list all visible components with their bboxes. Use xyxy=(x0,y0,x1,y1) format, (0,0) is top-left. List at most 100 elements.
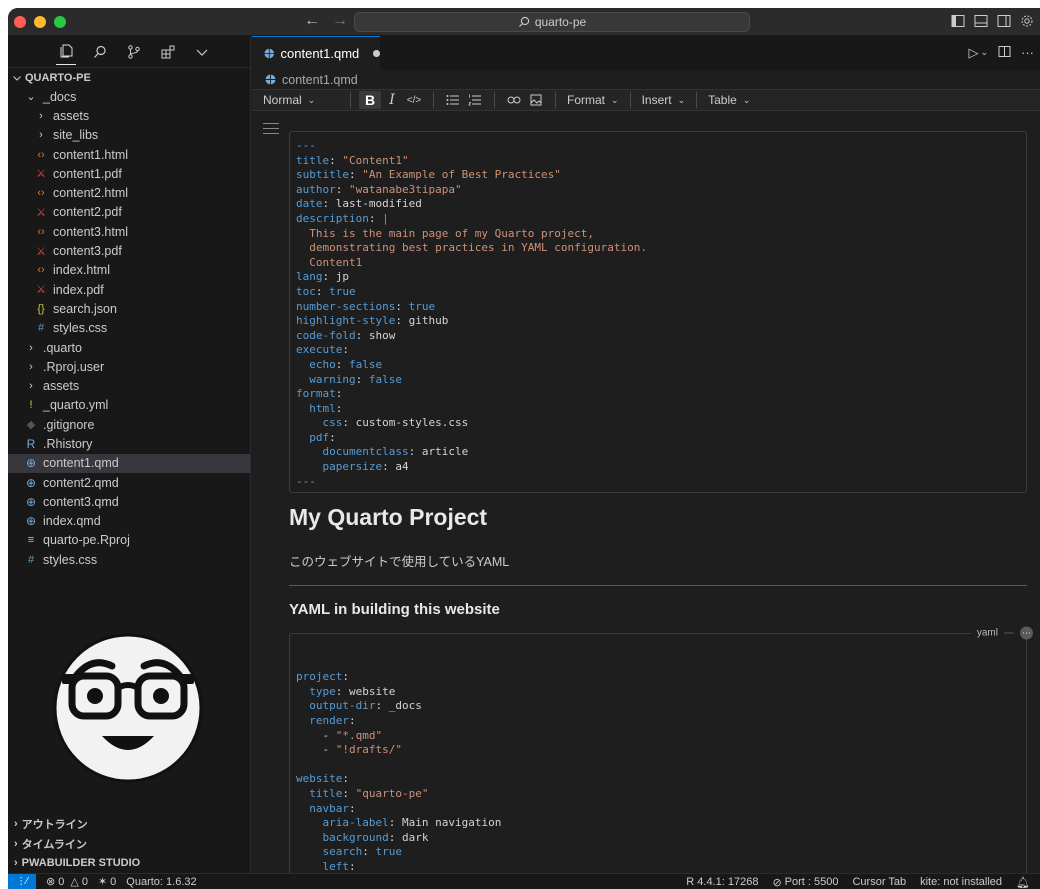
tab-content1-qmd[interactable]: content1.qmd xyxy=(252,36,380,70)
chevron-right-icon: › xyxy=(14,857,18,870)
cursor-tab-indicator[interactable]: Cursor Tab xyxy=(852,876,906,888)
tree-item-label: styles.css xyxy=(43,552,98,567)
command-center-search[interactable]: quarto-pe xyxy=(354,12,750,32)
gear-icon[interactable] xyxy=(1020,14,1034,28)
forward-arrow-icon[interactable]: → xyxy=(332,12,348,30)
explorer-root-folder[interactable]: QUARTO-PE xyxy=(8,68,250,87)
back-arrow-icon[interactable]: ← xyxy=(304,12,320,30)
yaml-code-block[interactable]: project: type: website output-dir: _docs… xyxy=(289,633,1027,873)
chevron-down-icon: ⌄ xyxy=(742,94,751,105)
quarto-version[interactable]: Quarto: 1.6.32 xyxy=(126,876,196,888)
code-button[interactable]: </> xyxy=(403,91,425,109)
format-menu[interactable]: Format ⌄ xyxy=(564,91,622,109)
close-window-button[interactable] xyxy=(14,16,26,28)
image-button[interactable] xyxy=(525,91,547,109)
tree-file[interactable]: ⚔ content1.pdf xyxy=(8,164,250,183)
more-actions-icon[interactable]: ··· xyxy=(1021,45,1034,61)
tree-file[interactable]: ≡ quarto-pe.Rproj xyxy=(8,531,250,550)
warning-icon: △ xyxy=(70,876,79,888)
problems-indicator[interactable]: ⊗ 0 △ 0 xyxy=(46,875,88,889)
tree-file[interactable]: # styles.css xyxy=(8,319,250,338)
tree-file[interactable]: ◆ .gitignore xyxy=(8,415,250,434)
tree-file[interactable]: ⚔ index.pdf xyxy=(8,280,250,299)
code-token: code-fold xyxy=(296,328,356,342)
minimize-window-button[interactable] xyxy=(34,16,46,28)
italic-button[interactable]: I xyxy=(381,91,403,109)
tree-file[interactable]: # styles.css xyxy=(8,550,250,569)
tree-file[interactable]: ‹› content2.html xyxy=(8,183,250,202)
toolbar-separator xyxy=(350,92,351,108)
tree-file[interactable]: ⚔ content3.pdf xyxy=(8,241,250,260)
bullet-list-button[interactable] xyxy=(442,91,464,109)
tree-file[interactable]: ⊕ content3.qmd xyxy=(8,492,250,511)
code-options-icon[interactable]: ··· xyxy=(1020,626,1033,640)
outline-toggle-icon[interactable] xyxy=(263,123,279,138)
paragraph-text[interactable]: このウェブサイトで使用しているYAML xyxy=(289,551,509,570)
tree-file[interactable]: ‹› content1.html xyxy=(8,145,250,164)
unsaved-dot-icon[interactable] xyxy=(373,50,380,57)
code-line: documentclass: article xyxy=(296,445,1020,460)
pwabuilder-panel-header[interactable]: › PWABUILDER STUDIO xyxy=(8,854,251,874)
tree-file[interactable]: {} search.json xyxy=(8,299,250,318)
tree-file[interactable]: ⊕ content1.qmd xyxy=(8,453,250,473)
warning-count: 0 xyxy=(81,875,88,888)
more-views-chevron-icon[interactable] xyxy=(192,39,212,65)
tree-file[interactable]: ⚔ content2.pdf xyxy=(8,203,250,222)
code-token: output-dir xyxy=(309,699,376,713)
code-line: search: true xyxy=(296,845,1020,860)
block-style-select[interactable]: Normal ⌄ xyxy=(260,91,340,109)
code-token: navbar xyxy=(309,801,349,815)
insert-menu[interactable]: Insert ⌄ xyxy=(639,91,689,109)
source-control-icon[interactable] xyxy=(124,39,144,65)
tree-folder[interactable]: › .quarto xyxy=(8,338,250,357)
bold-button[interactable]: B xyxy=(359,91,381,109)
explorer-files-icon[interactable] xyxy=(56,39,76,65)
toggle-primary-sidebar-icon[interactable] xyxy=(951,14,965,28)
tree-file[interactable]: ‹› index.html xyxy=(8,261,250,280)
notifications-bell-icon[interactable]: 🔔︎ xyxy=(1016,876,1030,889)
code-token: "quarto-pe" xyxy=(355,786,429,800)
tree-folder[interactable]: ⌄ _docs xyxy=(8,87,250,106)
tree-file[interactable]: ‹› content3.html xyxy=(8,222,250,241)
toggle-secondary-sidebar-icon[interactable] xyxy=(997,14,1011,28)
zoom-window-button[interactable] xyxy=(54,16,66,28)
code-line: type: website xyxy=(296,685,1020,700)
code-line: output-dir: _docs xyxy=(296,699,1020,714)
tree-folder[interactable]: › assets xyxy=(8,376,250,395)
timeline-panel-header[interactable]: › タイムライン xyxy=(8,834,251,854)
split-editor-icon[interactable] xyxy=(998,45,1011,61)
tree-folder[interactable]: › assets xyxy=(8,106,250,125)
live-server-indicator[interactable]: ⊘ Port : 5500 xyxy=(772,876,838,889)
smiley-glasses-avatar xyxy=(53,633,203,783)
numbered-list-button[interactable] xyxy=(464,91,486,109)
remote-indicator-icon[interactable]: ⋮⁄ xyxy=(8,873,36,889)
code-token: author xyxy=(296,182,336,196)
extensions-icon[interactable] xyxy=(158,39,178,65)
breadcrumb-file[interactable]: content1.qmd xyxy=(282,73,358,87)
tree-file[interactable]: R .Rhistory xyxy=(8,434,250,453)
yaml-frontmatter-block[interactable]: --- title: "Content1" subtitle: "An Exampl… xyxy=(289,131,1027,493)
outline-panel-header[interactable]: › アウトライン xyxy=(8,815,251,835)
heading-1[interactable]: My Quarto Project xyxy=(289,504,487,531)
tree-folder[interactable]: › .Rproj.user xyxy=(8,357,250,376)
search-view-icon[interactable] xyxy=(90,39,110,65)
tree-file[interactable]: ⊕ content2.qmd xyxy=(8,473,250,492)
r-history-file-icon: R xyxy=(26,436,36,451)
code-token: : xyxy=(335,357,349,371)
image-icon xyxy=(530,94,542,106)
tree-file[interactable]: ⊕ index.qmd xyxy=(8,512,250,531)
kite-status[interactable]: kite: not installed xyxy=(920,876,1002,888)
link-button[interactable] xyxy=(503,91,525,109)
table-menu[interactable]: Table ⌄ xyxy=(705,91,753,109)
heading-2[interactable]: YAML in building this website xyxy=(289,601,500,618)
toggle-panel-icon[interactable] xyxy=(974,14,988,28)
code-language-tag[interactable]: yaml ··· xyxy=(970,626,1033,640)
tree-item-label: content1.pdf xyxy=(53,166,122,181)
r-session-indicator[interactable]: R 4.4.1: 17268 xyxy=(686,876,758,888)
tree-folder[interactable]: › site_libs xyxy=(8,126,250,145)
ports-indicator[interactable]: ✶ 0 xyxy=(98,875,116,889)
run-play-icon[interactable]: ▷ xyxy=(968,45,978,61)
tree-file[interactable]: ! _quarto.yml xyxy=(8,396,250,415)
run-menu-chevron-icon[interactable]: ⌄ xyxy=(980,47,988,61)
